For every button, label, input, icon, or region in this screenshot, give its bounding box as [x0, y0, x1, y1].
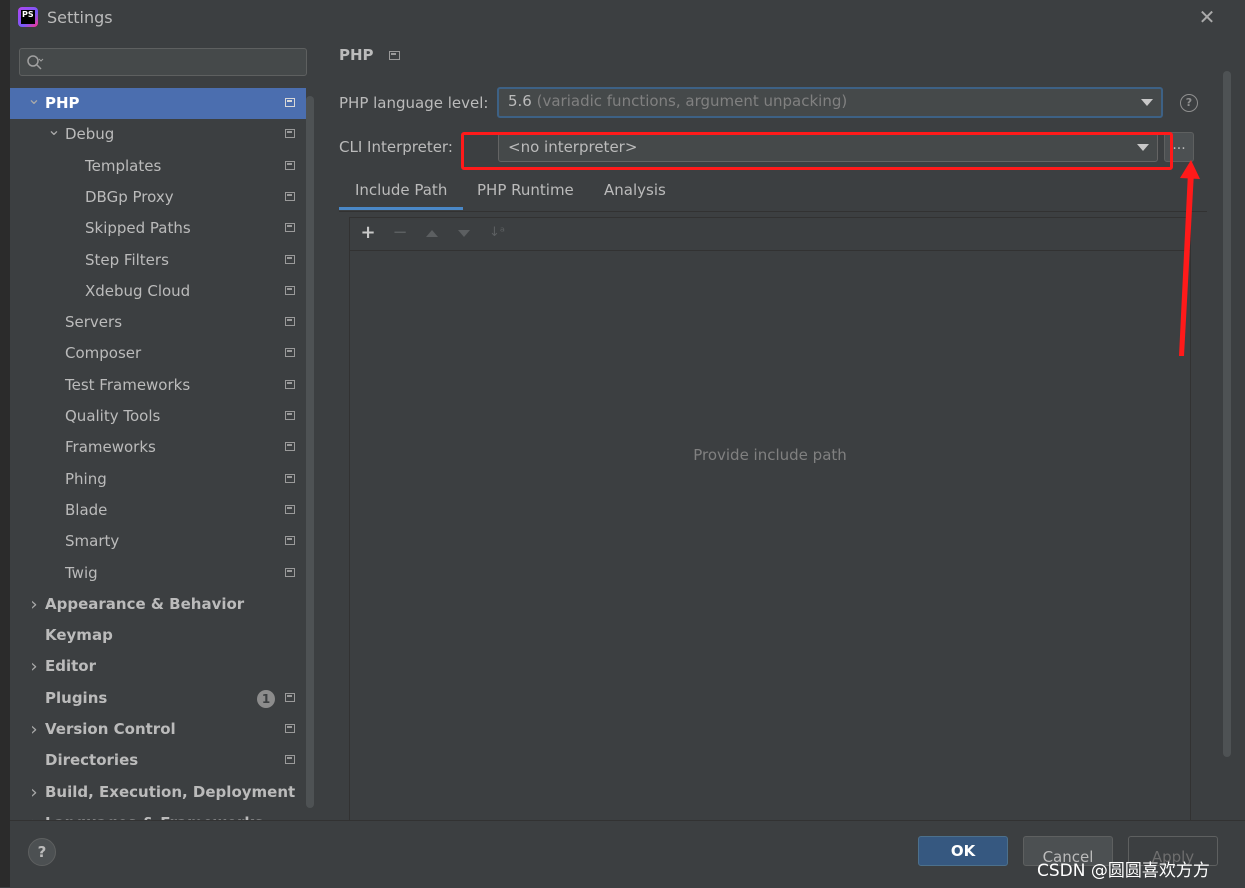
chevron-right-icon[interactable]: › — [27, 714, 41, 745]
settings-sidebar: ⌄ PHP ⌄ Debug Templates DBGp Proxy Skipped Pat… — [10, 36, 318, 820]
ok-button[interactable]: OK — [918, 836, 1008, 866]
project-scope-icon — [285, 317, 295, 327]
sidebar-item-label: Debug — [65, 125, 115, 144]
project-scope-icon — [285, 504, 295, 514]
title-bar — [10, 0, 1245, 36]
sidebar-item-label: Composer — [65, 344, 142, 363]
project-scope-icon — [285, 98, 295, 107]
chevron-right-icon[interactable]: › — [27, 777, 41, 808]
sidebar-item[interactable]: Plugins 1 — [10, 683, 306, 714]
project-scope-icon — [285, 285, 295, 295]
sidebar-item[interactable]: Directories — [10, 745, 306, 776]
sidebar-scrollbar[interactable] — [306, 96, 314, 808]
sidebar-item[interactable]: Phing — [10, 464, 306, 495]
chevron-down-icon[interactable]: ⌄ — [27, 83, 41, 114]
sidebar-item[interactable]: Skipped Paths — [10, 213, 306, 244]
sidebar-item[interactable]: Smarty — [10, 526, 306, 557]
sidebar-item-label: Skipped Paths — [85, 219, 191, 238]
watermark-text: CSDN @圆圆喜欢方方 — [1037, 861, 1210, 881]
project-scope-icon — [285, 160, 295, 170]
sidebar-item-label: Xdebug Cloud — [85, 281, 191, 300]
sidebar-item[interactable]: Step Filters — [10, 245, 306, 276]
sidebar-item[interactable]: Keymap — [10, 620, 306, 651]
sidebar-item[interactable]: Templates — [10, 151, 306, 182]
sidebar-item-label: Build, Execution, Deployment — [45, 782, 296, 801]
sidebar-item-label: Smarty — [65, 532, 120, 551]
sidebar-item[interactable]: ⌄ Debug — [10, 119, 306, 150]
project-scope-icon — [285, 473, 295, 483]
sidebar-item-label: Directories — [45, 751, 139, 770]
project-scope-icon — [285, 567, 295, 577]
sidebar-item[interactable]: Servers — [10, 307, 306, 338]
sidebar-item-label: Servers — [65, 313, 123, 332]
project-scope-icon — [285, 129, 295, 139]
chevron-right-icon[interactable]: › — [27, 808, 41, 820]
project-scope-icon — [285, 348, 295, 358]
help-button[interactable]: ? — [28, 838, 56, 866]
sidebar-item-label: Step Filters — [85, 250, 169, 269]
annotation-arrow-icon — [1179, 160, 1200, 356]
sidebar-item-label: Keymap — [45, 626, 113, 645]
background-editor-strip — [0, 0, 10, 887]
sidebar-item[interactable]: Xdebug Cloud — [10, 276, 306, 307]
sidebar-item[interactable]: › Version Control — [10, 714, 306, 745]
phpstorm-logo-icon: PS — [18, 7, 38, 27]
search-input[interactable] — [50, 52, 304, 74]
project-scope-icon — [285, 223, 295, 233]
project-scope-icon — [285, 724, 295, 733]
sidebar-item[interactable]: › Languages & Frameworks — [10, 808, 306, 820]
sidebar-item[interactable]: Twig — [10, 558, 306, 589]
project-scope-icon — [285, 191, 295, 201]
project-scope-icon — [285, 254, 295, 264]
sidebar-item-label: Frameworks — [65, 438, 156, 457]
sidebar-item[interactable]: › Appearance & Behavior — [10, 589, 306, 620]
sidebar-item-label: Blade — [65, 500, 108, 519]
sidebar-item[interactable]: DBGp Proxy — [10, 182, 306, 213]
sidebar-item-label: Plugins — [45, 688, 108, 707]
window-title: Settings — [47, 8, 113, 27]
chevron-right-icon[interactable]: › — [27, 589, 41, 620]
sidebar-item[interactable]: Composer — [10, 338, 306, 369]
project-scope-icon — [285, 536, 295, 546]
sidebar-item-label: Editor — [45, 657, 96, 676]
sidebar-item-label: Twig — [65, 563, 98, 582]
chevron-right-icon[interactable]: › — [27, 651, 41, 682]
chevron-down-icon[interactable]: ⌄ — [47, 114, 61, 145]
sidebar-item[interactable]: Blade — [10, 495, 306, 526]
sidebar-item[interactable]: › Build, Execution, Deployment — [10, 777, 306, 808]
sidebar-item-label: DBGp Proxy — [85, 187, 174, 206]
update-count-badge: 1 — [257, 689, 275, 708]
sidebar-item[interactable]: › Editor — [10, 651, 306, 682]
sidebar-item-label: Version Control — [45, 720, 176, 738]
sidebar-item-label: Test Frameworks — [65, 375, 191, 394]
close-icon[interactable]: ✕ — [1196, 6, 1218, 28]
magnifier-icon — [27, 55, 44, 70]
sidebar-item-label: Languages & Frameworks — [45, 808, 263, 820]
sidebar-item[interactable]: Frameworks — [10, 432, 306, 463]
sidebar-item-label: Appearance & Behavior — [45, 594, 245, 613]
sidebar-item-label: Phing — [65, 469, 107, 488]
sidebar-item[interactable]: Test Frameworks — [10, 370, 306, 401]
sidebar-item-label: Quality Tools — [65, 407, 161, 425]
sidebar-item-label: Templates — [85, 156, 162, 175]
project-scope-icon — [285, 692, 295, 702]
settings-search — [19, 48, 307, 76]
php-settings-panel: PHP PHP language level: 5.6 (variadic fu… — [318, 36, 1245, 821]
project-scope-icon — [285, 379, 295, 389]
sidebar-item[interactable]: Quality Tools — [10, 401, 306, 432]
project-scope-icon — [285, 755, 295, 765]
project-scope-icon — [285, 442, 295, 452]
project-scope-icon — [285, 411, 295, 420]
